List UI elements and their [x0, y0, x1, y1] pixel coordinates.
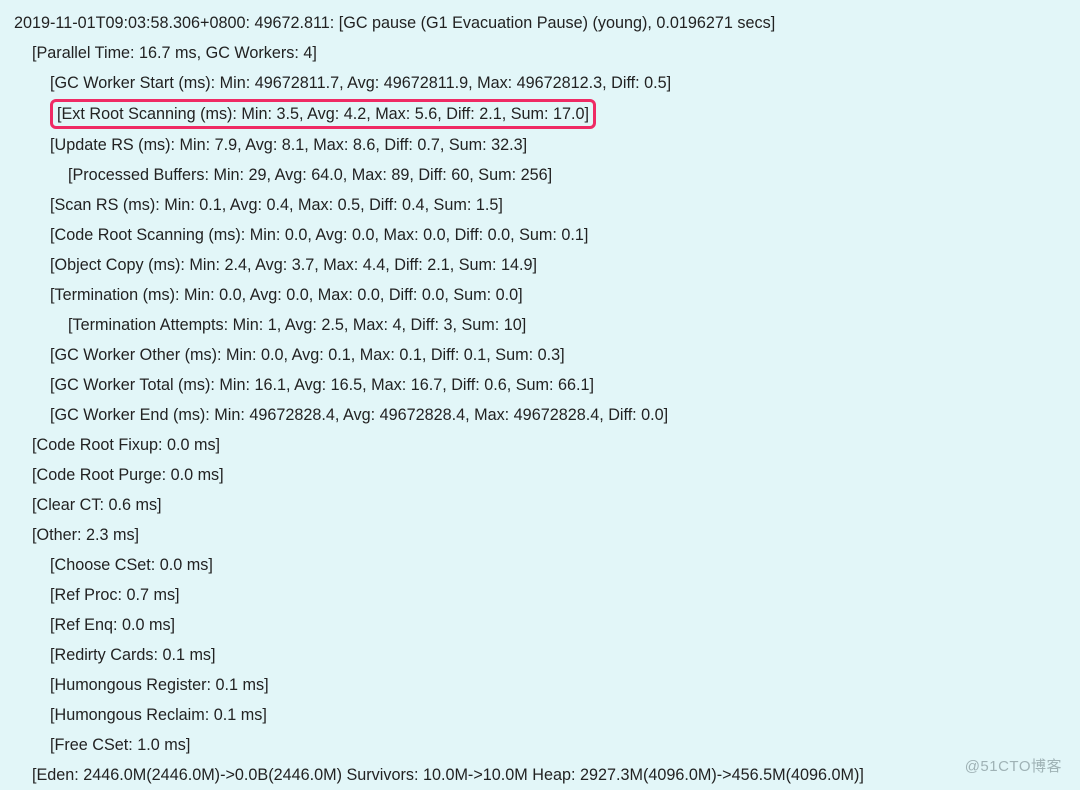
- log-line: [Code Root Fixup: 0.0 ms]: [10, 430, 1070, 460]
- log-line: [GC Worker End (ms): Min: 49672828.4, Av…: [10, 400, 1070, 430]
- log-line: [Update RS (ms): Min: 7.9, Avg: 8.1, Max…: [10, 130, 1070, 160]
- log-line: [Clear CT: 0.6 ms]: [10, 490, 1070, 520]
- log-line: [Redirty Cards: 0.1 ms]: [10, 640, 1070, 670]
- log-line: [Termination Attempts: Min: 1, Avg: 2.5,…: [10, 310, 1070, 340]
- log-line: [Object Copy (ms): Min: 2.4, Avg: 3.7, M…: [10, 250, 1070, 280]
- gc-log: 2019-11-01T09:03:58.306+0800: 49672.811:…: [0, 0, 1080, 790]
- log-line-highlight: [Ext Root Scanning (ms): Min: 3.5, Avg: …: [10, 98, 1070, 130]
- log-line: 2019-11-01T09:03:58.306+0800: 49672.811:…: [10, 8, 1070, 38]
- log-line: [Code Root Purge: 0.0 ms]: [10, 460, 1070, 490]
- highlight-box: [Ext Root Scanning (ms): Min: 3.5, Avg: …: [50, 99, 596, 129]
- log-line: [Humongous Reclaim: 0.1 ms]: [10, 700, 1070, 730]
- log-line: [Ref Enq: 0.0 ms]: [10, 610, 1070, 640]
- log-line: [Other: 2.3 ms]: [10, 520, 1070, 550]
- watermark: @51CTO博客: [965, 755, 1062, 776]
- log-line: [Choose CSet: 0.0 ms]: [10, 550, 1070, 580]
- log-line: [Code Root Scanning (ms): Min: 0.0, Avg:…: [10, 220, 1070, 250]
- log-line: [GC Worker Start (ms): Min: 49672811.7, …: [10, 68, 1070, 98]
- log-line: [Scan RS (ms): Min: 0.1, Avg: 0.4, Max: …: [10, 190, 1070, 220]
- log-line: [Free CSet: 1.0 ms]: [10, 730, 1070, 760]
- log-line: [GC Worker Other (ms): Min: 0.0, Avg: 0.…: [10, 340, 1070, 370]
- log-line: [Processed Buffers: Min: 29, Avg: 64.0, …: [10, 160, 1070, 190]
- log-line: [Parallel Time: 16.7 ms, GC Workers: 4]: [10, 38, 1070, 68]
- log-line: [GC Worker Total (ms): Min: 16.1, Avg: 1…: [10, 370, 1070, 400]
- log-line: [Termination (ms): Min: 0.0, Avg: 0.0, M…: [10, 280, 1070, 310]
- log-line: [Ref Proc: 0.7 ms]: [10, 580, 1070, 610]
- log-line: [Eden: 2446.0M(2446.0M)->0.0B(2446.0M) S…: [10, 760, 1070, 790]
- log-line: [Humongous Register: 0.1 ms]: [10, 670, 1070, 700]
